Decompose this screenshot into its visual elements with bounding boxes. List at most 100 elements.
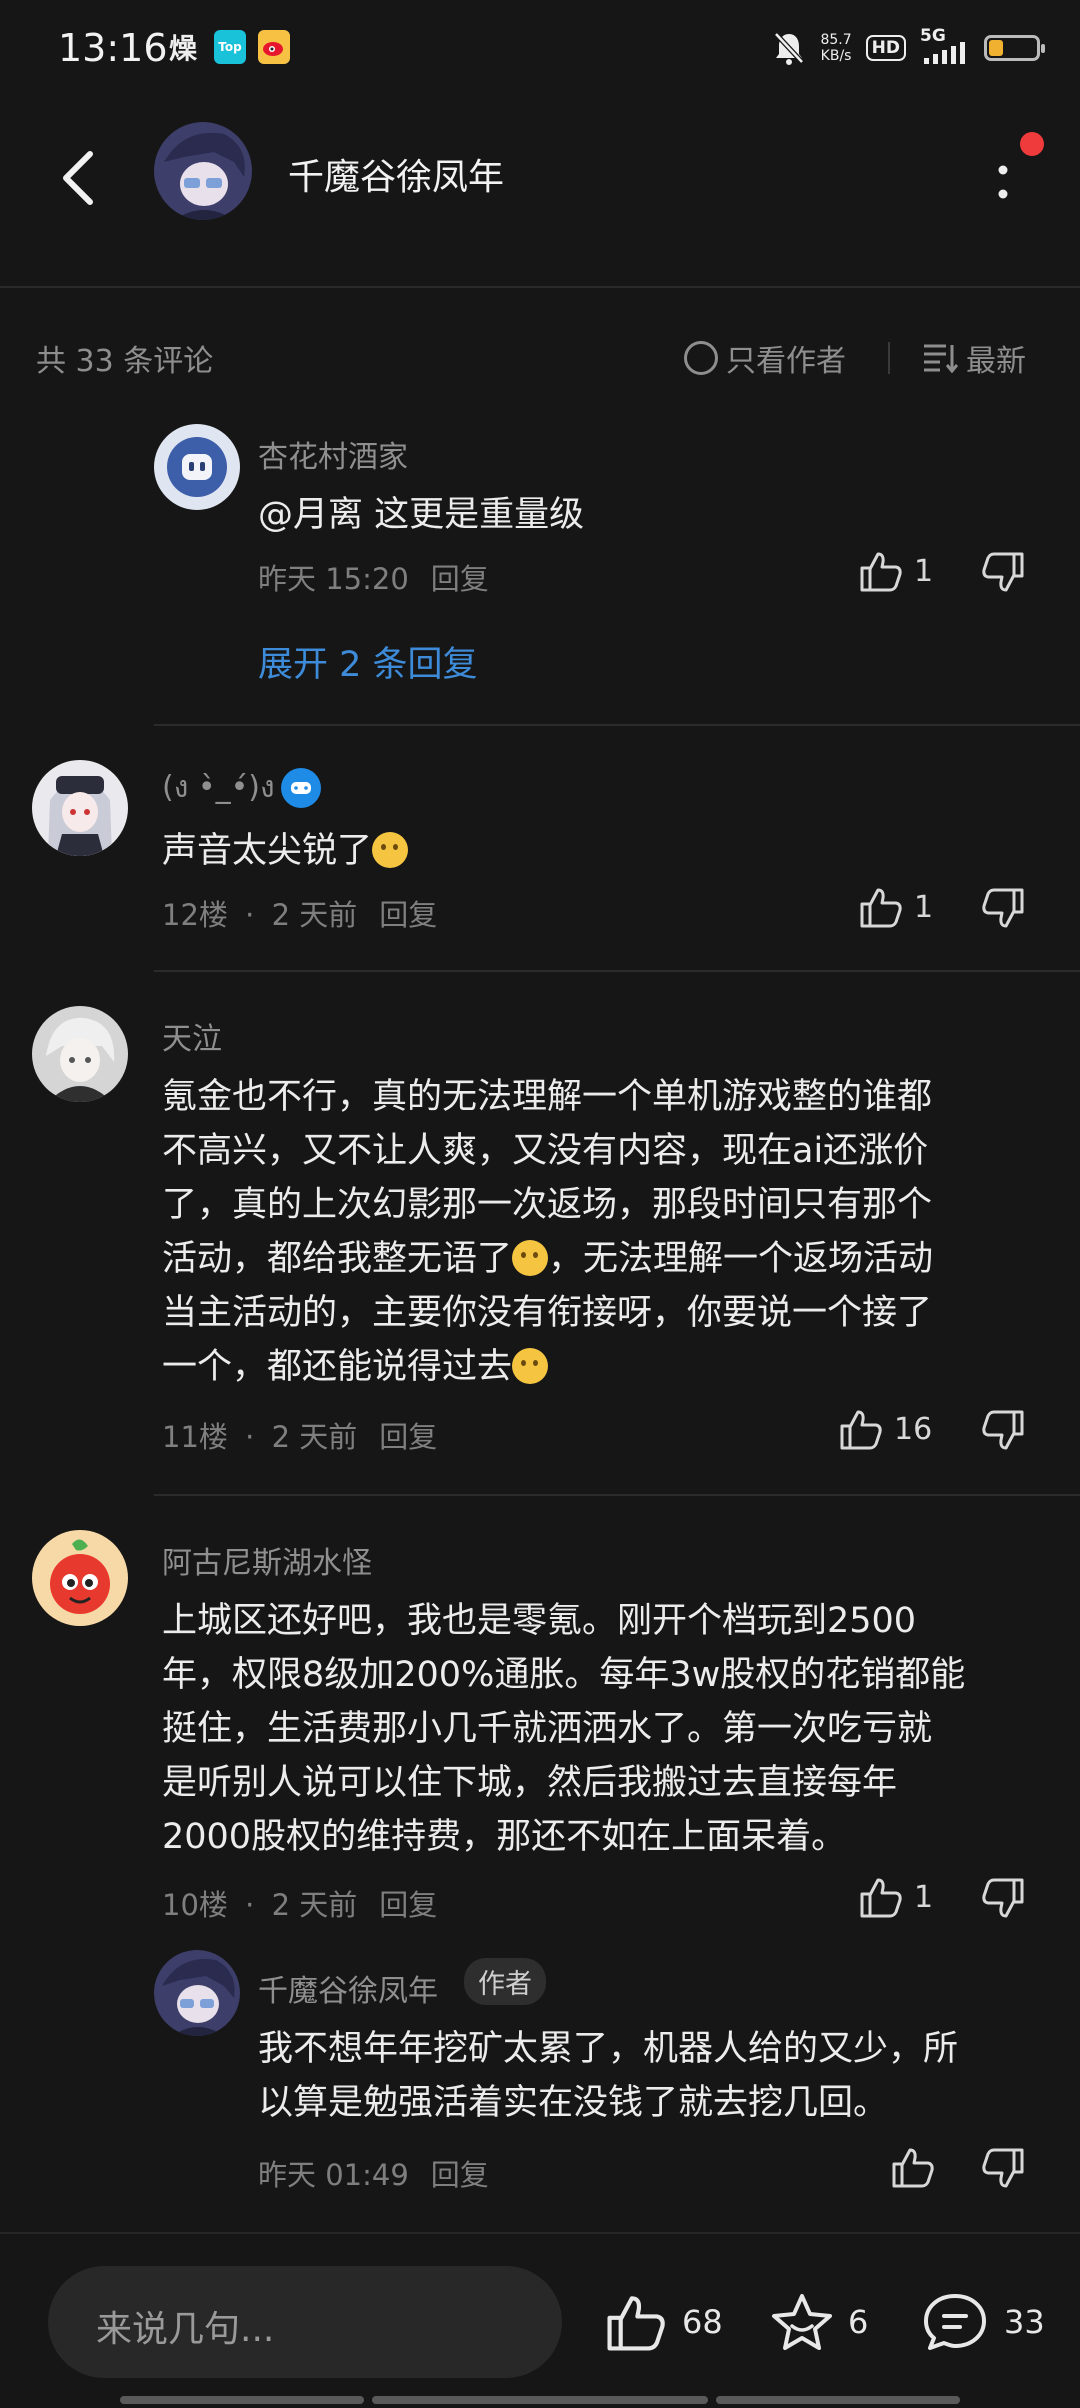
commenter-avatar[interactable] xyxy=(32,1530,128,1626)
author-reply-avatar[interactable] xyxy=(154,1950,240,2036)
weibo-icon xyxy=(258,30,290,64)
thumbs-up-icon xyxy=(860,1878,902,1918)
dislike-button[interactable] xyxy=(980,2146,1026,2196)
back-button[interactable] xyxy=(56,148,106,208)
dislike-button[interactable] xyxy=(980,1876,1026,1926)
like-count: 1 xyxy=(914,889,934,925)
dislike-button[interactable] xyxy=(980,886,1026,936)
reply-text: @月离 这更是重量级 xyxy=(258,495,585,535)
thumbs-down-icon xyxy=(982,1410,1024,1450)
like-button[interactable]: 1 xyxy=(858,884,933,930)
reply-meta: 昨天 15:20 回复 xyxy=(258,556,489,598)
like-count: 1 xyxy=(914,553,934,589)
comment-count-bottom: 33 xyxy=(1004,2303,1045,2341)
comment-divider xyxy=(154,724,1080,726)
reply-button[interactable]: 回复 xyxy=(431,562,489,596)
comment-divider xyxy=(154,1494,1080,1496)
favorite-count: 6 xyxy=(848,2303,869,2341)
comment-bubble-icon xyxy=(924,2294,986,2350)
status-bar: 13:16 燥 Top 85.7 KB/s HD 5G xyxy=(0,0,1080,100)
dislike-button[interactable] xyxy=(980,550,1026,600)
more-button[interactable] xyxy=(988,152,1018,212)
sort-icon xyxy=(924,344,958,374)
status-time: 13:16 xyxy=(58,26,168,70)
comment-count: 共 33 条评论 xyxy=(36,344,214,379)
like-button[interactable]: 16 xyxy=(838,1406,932,1452)
thumbs-down-icon xyxy=(982,888,1024,928)
comment-meta: 11楼 · 2 天前 回复 xyxy=(162,1420,438,1454)
author-reply-text: 我不想年年挖矿太累了，机器人给的又少，所 以算是勉强活着实在没钱了就去挖几回。 xyxy=(258,2029,959,2123)
author-avatar[interactable] xyxy=(154,122,252,220)
floor-number: 10楼 xyxy=(162,1888,228,1922)
hot-icon: 燥 xyxy=(168,32,197,65)
home-indicator xyxy=(372,2396,708,2404)
author-reply-username[interactable]: 千魔谷徐凤年 xyxy=(258,1966,438,2010)
thumbs-up-icon xyxy=(607,2296,665,2351)
post-like-count: 68 xyxy=(682,2303,723,2341)
game-controller-badge-icon xyxy=(280,767,321,808)
comment-divider xyxy=(154,970,1080,972)
reply-button[interactable]: 回复 xyxy=(379,898,437,932)
favorite-button[interactable]: 6 xyxy=(770,2290,868,2354)
home-indicator xyxy=(120,2396,364,2404)
only-author-label: 只看作者 xyxy=(726,344,846,379)
thumbs-up-icon xyxy=(860,552,902,592)
like-count: 16 xyxy=(894,1411,933,1447)
header-divider xyxy=(0,286,1080,288)
commenter-avatar[interactable] xyxy=(32,1006,128,1102)
reply-avatar[interactable] xyxy=(154,424,240,510)
comments-button[interactable]: 33 xyxy=(920,2290,1045,2354)
thumbs-up-icon xyxy=(860,888,902,928)
commenter-name[interactable]: 天泣 xyxy=(162,1014,222,1058)
comment-text: 声音太尖锐了 xyxy=(162,824,409,878)
reply-time: 昨天 15:20 xyxy=(258,562,409,596)
top-app-icon: Top xyxy=(214,30,246,64)
reply-button[interactable]: 回复 xyxy=(379,1888,437,1922)
more-vertical-icon xyxy=(998,165,1008,199)
reply-button[interactable]: 回复 xyxy=(431,2158,489,2192)
home-indicator xyxy=(716,2396,960,2404)
sort-button[interactable]: 最新 xyxy=(922,336,1026,380)
emoji-icon xyxy=(512,1348,549,1384)
post-like-button[interactable]: 68 xyxy=(604,2290,723,2354)
thumbs-down-icon xyxy=(982,552,1024,592)
floor-number: 12楼 xyxy=(162,898,228,932)
thumbs-up-icon xyxy=(840,1410,882,1450)
comment-time: 2 天前 xyxy=(271,898,358,932)
thumbs-down-icon xyxy=(982,2148,1024,2188)
comment-meta: 12楼 · 2 天前 回复 xyxy=(162,898,438,932)
net-speed: 85.7 KB/s xyxy=(820,32,852,64)
comment-input-placeholder: 来说几句... xyxy=(96,2309,275,2350)
reply-username[interactable]: 杏花村酒家 xyxy=(258,432,408,476)
radio-circle-icon xyxy=(684,341,718,375)
floor-number: 11楼 xyxy=(162,1420,228,1454)
top-bar: 千魔谷徐凤年 xyxy=(0,100,1080,288)
comment-time: 2 天前 xyxy=(271,1420,358,1454)
like-button[interactable]: 1 xyxy=(858,548,933,594)
back-arrow-icon xyxy=(63,151,93,205)
reply-button[interactable]: 回复 xyxy=(379,1420,437,1454)
reply-time: 昨天 01:49 xyxy=(258,2158,409,2192)
commenter-avatar[interactable] xyxy=(32,760,128,856)
status-right: 85.7 KB/s HD 5G xyxy=(772,26,1045,70)
dislike-button[interactable] xyxy=(980,1408,1026,1458)
signal-5g-icon: 5G xyxy=(920,26,970,68)
author-tag: 作者 xyxy=(464,1958,546,2005)
like-button[interactable] xyxy=(890,2144,936,2190)
star-icon xyxy=(772,2294,832,2350)
battery-icon xyxy=(984,35,1045,61)
page-title: 千魔谷徐凤年 xyxy=(288,157,505,198)
comment-text: 上城区还好吧，我也是零氪。刚开个档玩到2500 年，权限8级加200%通胀。每年… xyxy=(162,1601,966,1857)
like-button[interactable]: 1 xyxy=(858,1874,933,1920)
mute-bell-icon xyxy=(774,32,805,65)
vertical-divider xyxy=(888,342,890,374)
comment-input[interactable]: 来说几句... xyxy=(48,2266,562,2378)
emoji-icon xyxy=(372,832,409,868)
only-author-toggle[interactable]: 只看作者 xyxy=(684,336,846,380)
thumbs-up-icon xyxy=(892,2148,934,2188)
commenter-name[interactable]: 阿古尼斯湖水怪 xyxy=(162,1538,372,1582)
commenter-name[interactable]: (ง •̀_•́)ง xyxy=(162,764,321,811)
expand-replies-link[interactable]: 展开 2 条回复 xyxy=(258,636,478,687)
comment-meta: 10楼 · 2 天前 回复 xyxy=(162,1888,438,1922)
comment-time: 2 天前 xyxy=(271,1888,358,1922)
